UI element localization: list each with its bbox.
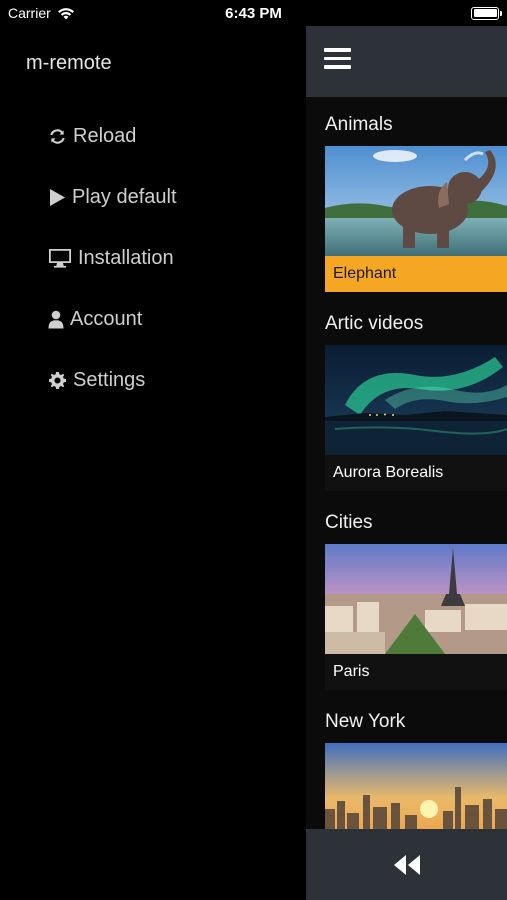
video-card-paris[interactable]: Paris	[325, 544, 507, 690]
menu-item-settings[interactable]: Settings	[48, 362, 145, 398]
video-card-elephant[interactable]: Elephant	[325, 146, 507, 292]
app-screen: Carrier 6:43 PM m-remote Reload Play def…	[0, 0, 507, 900]
refresh-icon	[50, 128, 65, 144]
top-bar	[306, 26, 507, 97]
menu-item-installation[interactable]: Installation	[48, 240, 174, 276]
menu-label-reload: Reload	[73, 124, 137, 147]
menu-label-installation: Installation	[78, 246, 174, 269]
video-title-elephant: Elephant	[325, 256, 507, 292]
wifi-icon	[57, 7, 74, 19]
video-title-aurora-borealis: Aurora Borealis	[325, 455, 507, 491]
menu-label-account: Account	[70, 307, 143, 330]
monitor-icon	[49, 249, 71, 268]
aurora-thumbnail	[325, 345, 507, 455]
section-title-new-york: New York	[325, 711, 406, 732]
user-icon	[48, 310, 64, 328]
status-left: Carrier	[8, 5, 75, 21]
section-title-animals: Animals	[325, 114, 393, 135]
play-icon	[50, 188, 65, 206]
side-menu: m-remote Reload Play default Installatio…	[0, 26, 306, 900]
paris-thumbnail	[325, 544, 507, 654]
gear-icon	[48, 371, 67, 389]
video-title-paris: Paris	[325, 654, 507, 690]
menu-item-account[interactable]: Account	[48, 301, 142, 337]
video-card-aurora-borealis[interactable]: Aurora Borealis	[325, 345, 507, 491]
status-bar: Carrier 6:43 PM	[0, 0, 507, 26]
battery-icon	[471, 6, 502, 20]
menu-toggle-button[interactable]	[324, 48, 351, 72]
content-panel: Animals Elephant Artic videos Aurora Bor…	[306, 26, 507, 900]
carrier-label: Carrier	[8, 5, 51, 21]
bottom-bar	[306, 829, 507, 900]
menu-label-settings: Settings	[73, 368, 146, 391]
app-title: m-remote	[26, 52, 112, 74]
section-title-artic-videos: Artic videos	[325, 313, 424, 334]
menu-item-reload[interactable]: Reload	[48, 118, 136, 154]
menu-item-play-default[interactable]: Play default	[48, 179, 177, 215]
elephant-thumbnail	[325, 146, 507, 256]
menu-label-play-default: Play default	[72, 185, 177, 208]
rewind-icon[interactable]	[392, 853, 422, 877]
status-time: 6:43 PM	[225, 4, 282, 22]
section-title-cities: Cities	[325, 512, 373, 533]
